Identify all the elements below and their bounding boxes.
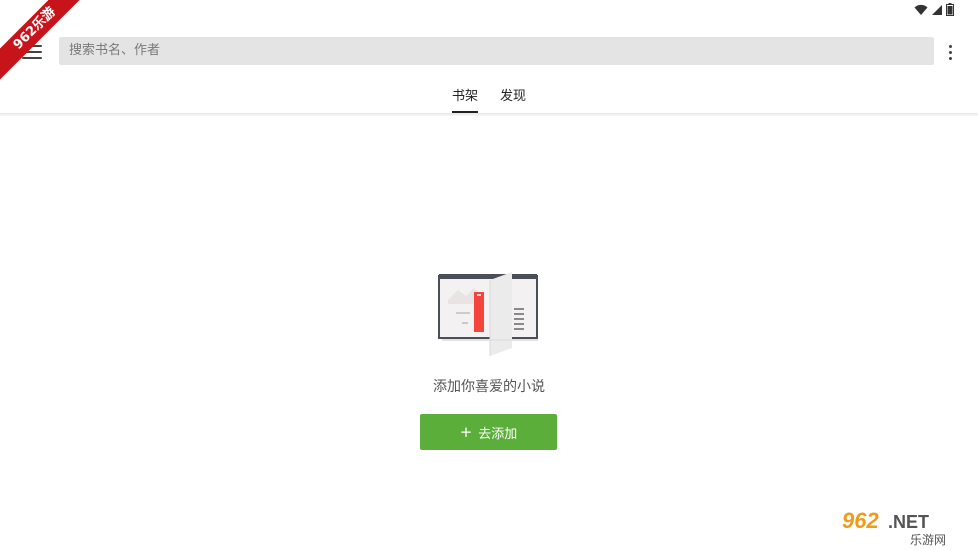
signal-icon <box>932 4 942 15</box>
status-bar <box>0 0 978 24</box>
svg-text:乐游网: 乐游网 <box>910 533 946 546</box>
toolbar: 搜索书名、作者 <box>0 24 978 80</box>
empty-state-message: 添加你喜爱的小说 <box>433 379 545 395</box>
search-placeholder: 搜索书名、作者 <box>69 43 161 58</box>
add-book-button-label: 去添加 <box>478 426 518 442</box>
search-input[interactable]: 搜索书名、作者 <box>59 37 934 65</box>
wifi-icon <box>914 4 928 15</box>
watermark-logo: 962 .NET 乐游网 <box>842 508 946 546</box>
more-vert-icon[interactable] <box>940 38 960 66</box>
add-book-button[interactable]: + 去添加 <box>420 414 557 450</box>
svg-text:.NET: .NET <box>888 512 929 532</box>
status-icons <box>914 3 954 16</box>
tab-bookshelf[interactable]: 书架 <box>451 84 479 114</box>
plus-icon: + <box>459 422 473 441</box>
tab-divider <box>0 113 978 116</box>
book-icon <box>438 272 538 356</box>
battery-icon <box>946 3 954 16</box>
tab-discover[interactable]: 发现 <box>500 84 526 114</box>
svg-text:962: 962 <box>842 508 879 533</box>
tab-bar: 书架 发现 <box>0 84 978 114</box>
